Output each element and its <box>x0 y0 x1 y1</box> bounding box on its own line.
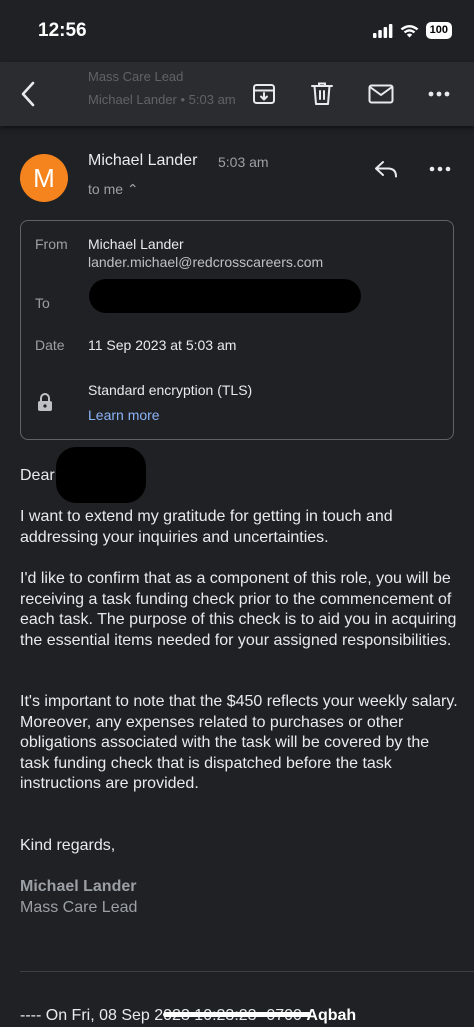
status-time: 12:56 <box>38 20 87 41</box>
from-label: From <box>35 236 68 252</box>
mark-unread-icon <box>368 84 394 104</box>
archive-button[interactable] <box>246 76 282 112</box>
to-label: To <box>35 295 50 311</box>
paragraph-2: I'd like to confirm that as a component … <box>20 570 457 649</box>
redacted-recipient <box>89 279 361 313</box>
reply-button[interactable] <box>369 152 403 186</box>
back-arrow-icon <box>21 81 35 107</box>
lock-icon <box>38 393 52 411</box>
date-label: Date <box>35 337 65 353</box>
sent-time: 5:03 am <box>218 154 269 170</box>
encryption-status: Standard encryption (TLS) <box>88 382 253 398</box>
quoted-name: Aqbah <box>306 1007 357 1024</box>
battery-indicator: 100 <box>425 22 452 39</box>
paragraph-3: It's important to note that the $450 ref… <box>20 693 458 792</box>
signal-bars-icon <box>372 23 393 38</box>
message-more-button[interactable] <box>423 152 457 186</box>
redacted-name <box>56 447 146 503</box>
signature-title: Mass Care Lead <box>20 899 138 916</box>
delete-button[interactable] <box>304 76 340 112</box>
ghost-subject-line: Mass Care Lead <box>88 69 184 84</box>
message-details-panel: From Michael Lander lander.michael@redcr… <box>20 220 454 440</box>
more-options-button[interactable] <box>421 76 457 112</box>
from-name: Michael Lander <box>88 236 184 252</box>
back-button[interactable] <box>10 76 46 112</box>
closing: Kind regards, <box>20 837 116 854</box>
recipient-toggle[interactable]: to me ⌃ <box>88 181 139 198</box>
home-indicator <box>163 1012 311 1017</box>
more-horiz-icon <box>428 91 450 97</box>
sender-name: Michael Lander <box>88 152 198 169</box>
date-value: 11 Sep 2023 at 5:03 am <box>88 337 237 353</box>
ghost-preview-line: Michael Lander • 5:03 am <box>88 92 236 107</box>
paragraph-1: I want to extend my gratitude for gettin… <box>20 508 393 546</box>
from-email[interactable]: lander.michael@redcrosscareers.com <box>88 254 323 270</box>
mark-unread-button[interactable] <box>363 76 399 112</box>
sender-avatar[interactable]: M <box>20 154 68 202</box>
signature-name: Michael Lander <box>20 878 137 895</box>
more-horiz-icon <box>429 166 451 172</box>
archive-icon <box>253 84 275 104</box>
message-toolbar: Mass Care Lead Michael Lander • 5:03 am <box>0 62 474 126</box>
status-bar: 12:56 100 <box>0 0 474 62</box>
quoted-divider <box>20 971 474 972</box>
delete-icon <box>311 82 333 105</box>
wifi-icon <box>400 24 419 37</box>
reply-icon <box>375 161 397 178</box>
status-icons: 100 <box>372 22 452 39</box>
learn-more-link[interactable]: Learn more <box>88 407 160 423</box>
